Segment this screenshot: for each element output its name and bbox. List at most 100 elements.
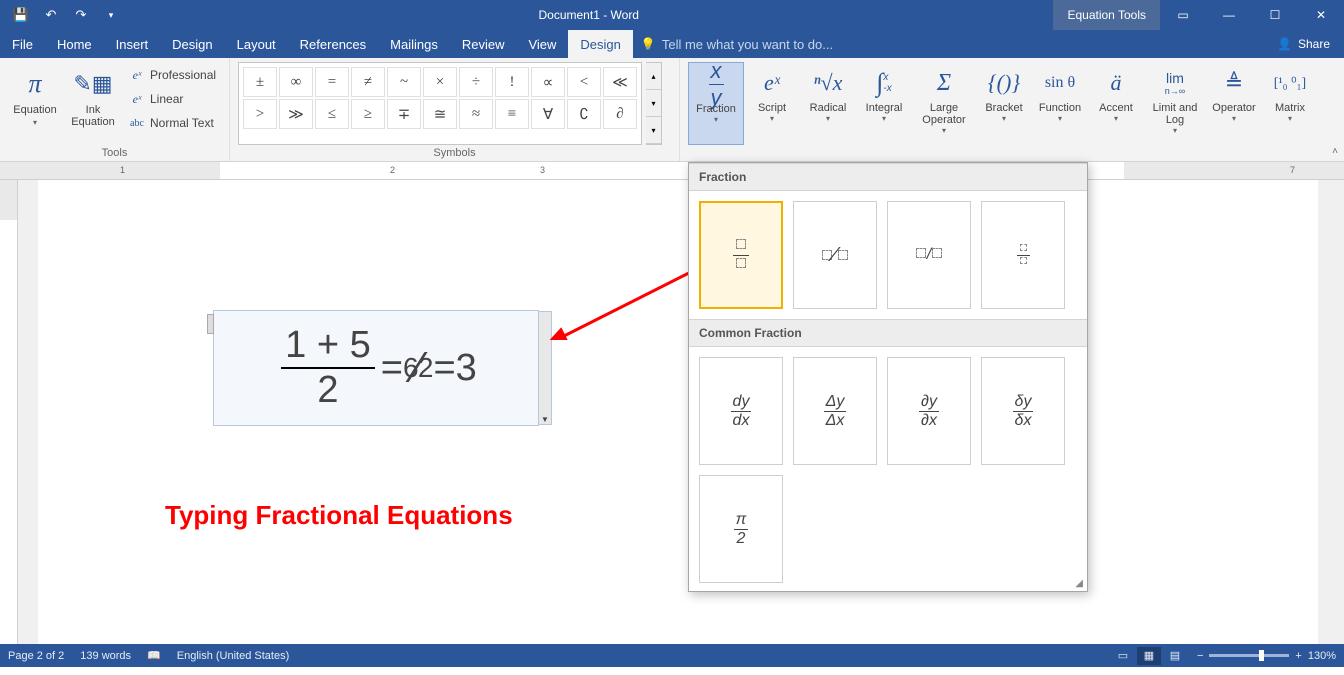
tab-equation-design[interactable]: Design [568,30,632,58]
bracket-button[interactable]: {()}Bracket▾ [976,62,1032,145]
tab-view[interactable]: View [516,30,568,58]
normal-text-button[interactable]: abcNormal Text [124,112,220,134]
collapse-ribbon-icon[interactable]: ˄ [1332,146,1338,157]
save-icon[interactable]: 💾 [8,3,34,27]
equation-editor-box[interactable]: 1 + 5 2 = 6⁄2 = 3 ▼ [213,310,539,426]
read-mode-icon[interactable]: ▭ [1111,647,1135,665]
zoom-in-button[interactable]: + [1295,650,1301,662]
symbol-cell[interactable]: ∁ [567,99,601,129]
fraction-denominator[interactable]: 2 [313,369,342,412]
tab-insert[interactable]: Insert [104,30,161,58]
stacked-fraction[interactable]: 1 + 5 2 [281,324,375,412]
operator-button[interactable]: ≜Operator▾ [1206,62,1262,145]
vertical-ruler[interactable] [0,180,18,644]
fraction-template-linear[interactable]: / [887,201,971,309]
professional-button[interactable]: eˣProfessional [124,64,220,86]
tab-home[interactable]: Home [45,30,104,58]
maximize-icon[interactable]: ☐ [1252,0,1298,30]
status-word-count[interactable]: 139 words [80,650,131,662]
symbol-cell[interactable]: ! [495,67,529,97]
status-page[interactable]: Page 2 of 2 [8,650,64,662]
tab-mailings[interactable]: Mailings [378,30,450,58]
zoom-slider[interactable] [1209,654,1289,657]
common-fraction-item[interactable]: dydx [699,357,783,465]
script-button[interactable]: eˣScript▾ [744,62,800,145]
fraction-template-skewed[interactable]: ⁄ [793,201,877,309]
ruler-tick: 1 [120,165,125,175]
accent-button[interactable]: äAccent▾ [1088,62,1144,145]
symbol-cell[interactable]: ÷ [459,67,493,97]
symbol-cell[interactable]: ∝ [531,67,565,97]
symbol-cell[interactable]: < [567,67,601,97]
undo-icon[interactable]: ↶ [38,3,64,27]
share-label: Share [1298,37,1330,51]
document-page[interactable]: 1 + 5 2 = 6⁄2 = 3 ▼ Typing Fractional Eq… [38,180,1318,644]
function-button[interactable]: sin θFunction▾ [1032,62,1088,145]
minimize-icon[interactable]: — [1206,0,1252,30]
print-layout-icon[interactable]: ▦ [1137,647,1161,665]
zoom-level[interactable]: 130% [1308,650,1336,662]
equation-options-dropdown[interactable]: ▼ [538,311,552,425]
symbol-cell[interactable]: ≥ [351,99,385,129]
gallery-more-icon[interactable]: ▾ [646,117,661,144]
spellcheck-icon[interactable]: 📖 [147,649,161,662]
tell-me-search[interactable]: 💡 Tell me what you want to do... [633,30,1263,58]
sigma-icon: Σ [937,64,951,102]
symbol-cell[interactable]: ~ [387,67,421,97]
symbol-cell[interactable]: ∓ [387,99,421,129]
linear-button[interactable]: eˣLinear [124,88,220,110]
integral-button[interactable]: ∫x-xIntegral▾ [856,62,912,145]
common-fraction-item[interactable]: π2 [699,475,783,583]
tab-design[interactable]: Design [160,30,224,58]
symbol-cell[interactable]: > [243,99,277,129]
limit-log-button[interactable]: limn→∞Limit and Log▾ [1144,62,1206,145]
symbols-gallery[interactable]: ±∞=≠~×÷!∝<≪ >≫≤≥∓≅≈≡∀∁∂ [238,62,642,145]
symbol-cell[interactable]: ≈ [459,99,493,129]
close-icon[interactable]: ✕ [1298,0,1344,30]
share-button[interactable]: 👤 Share [1263,30,1344,58]
horizontal-ruler[interactable]: 1 2 3 7 [0,162,1344,180]
qat-more-icon[interactable]: ▾ [98,3,124,27]
symbol-cell[interactable]: × [423,67,457,97]
common-fraction-item[interactable]: ΔyΔx [793,357,877,465]
fraction-template-stacked[interactable] [699,201,783,309]
zoom-out-button[interactable]: − [1197,650,1203,662]
resize-grip-icon[interactable]: ◢ [1075,578,1083,589]
matrix-button[interactable]: [¹₀ ⁰₁]Matrix▾ [1262,62,1318,145]
ink-equation-button[interactable]: ✎▦ Ink Equation [66,62,120,145]
accent-icon: ä [1111,64,1122,102]
equation-result[interactable]: 3 [456,347,477,390]
symbol-cell[interactable]: ≪ [603,67,637,97]
symbol-cell[interactable]: ∂ [603,99,637,129]
redo-icon[interactable]: ↷ [68,3,94,27]
symbol-cell[interactable]: ≠ [351,67,385,97]
symbol-cell[interactable]: ≡ [495,99,529,129]
tab-file[interactable]: File [0,30,45,58]
ribbon-display-options-icon[interactable]: ▭ [1160,0,1206,30]
scroll-down-icon[interactable]: ▾ [646,90,661,117]
large-operator-button[interactable]: ΣLarge Operator▾ [912,62,976,145]
tab-layout[interactable]: Layout [225,30,288,58]
document-area[interactable]: 1 + 5 2 = 6⁄2 = 3 ▼ Typing Fractional Eq… [0,180,1344,644]
symbol-cell[interactable]: ≫ [279,99,313,129]
fraction-button[interactable]: xy Fraction▾ [688,62,744,145]
status-language[interactable]: English (United States) [177,650,290,662]
web-layout-icon[interactable]: ▤ [1163,647,1187,665]
tab-review[interactable]: Review [450,30,517,58]
equation-move-handle[interactable] [207,314,214,334]
fraction-numerator[interactable]: 1 + 5 [281,324,375,369]
symbol-cell[interactable]: ≤ [315,99,349,129]
common-fraction-item[interactable]: δyδx [981,357,1065,465]
skewed-fraction[interactable]: 6⁄2 [403,343,434,393]
fraction-template-small[interactable] [981,201,1065,309]
symbol-cell[interactable]: ± [243,67,277,97]
symbol-cell[interactable]: ≅ [423,99,457,129]
symbol-cell[interactable]: ∀ [531,99,565,129]
symbol-cell[interactable]: = [315,67,349,97]
common-fraction-item[interactable]: ∂y∂x [887,357,971,465]
tab-references[interactable]: References [288,30,378,58]
equation-button[interactable]: π Equation ▾ [8,62,62,145]
symbol-cell[interactable]: ∞ [279,67,313,97]
scroll-up-icon[interactable]: ▴ [646,63,661,90]
radical-button[interactable]: ⁿ√xRadical▾ [800,62,856,145]
